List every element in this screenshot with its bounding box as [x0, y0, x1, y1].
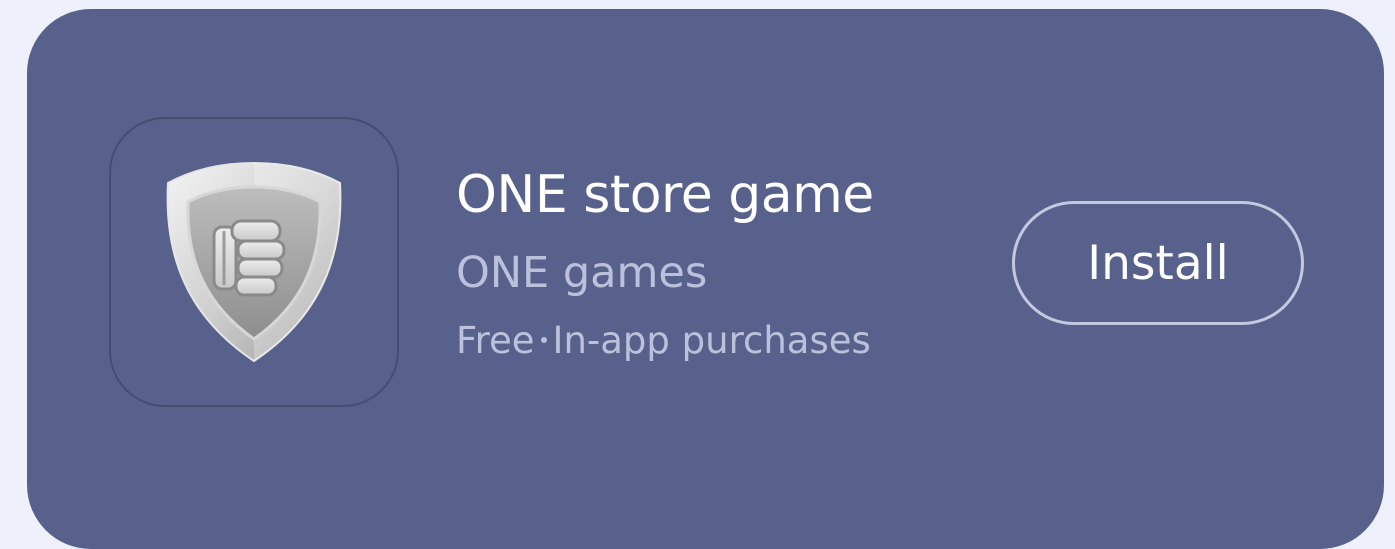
price-label: Free — [456, 319, 535, 362]
app-card[interactable]: ONE store game ONE games Free In-app purc… — [27, 9, 1384, 549]
app-icon-tile[interactable] — [109, 117, 399, 407]
separator-dot — [540, 336, 547, 343]
in-app-purchases-label: In-app purchases — [552, 319, 871, 362]
shield-fist-icon — [166, 161, 342, 363]
app-title: ONE store game — [456, 165, 874, 225]
price-info: Free In-app purchases — [456, 322, 871, 359]
install-button[interactable]: Install — [1012, 201, 1304, 325]
developer-name[interactable]: ONE games — [456, 252, 707, 295]
